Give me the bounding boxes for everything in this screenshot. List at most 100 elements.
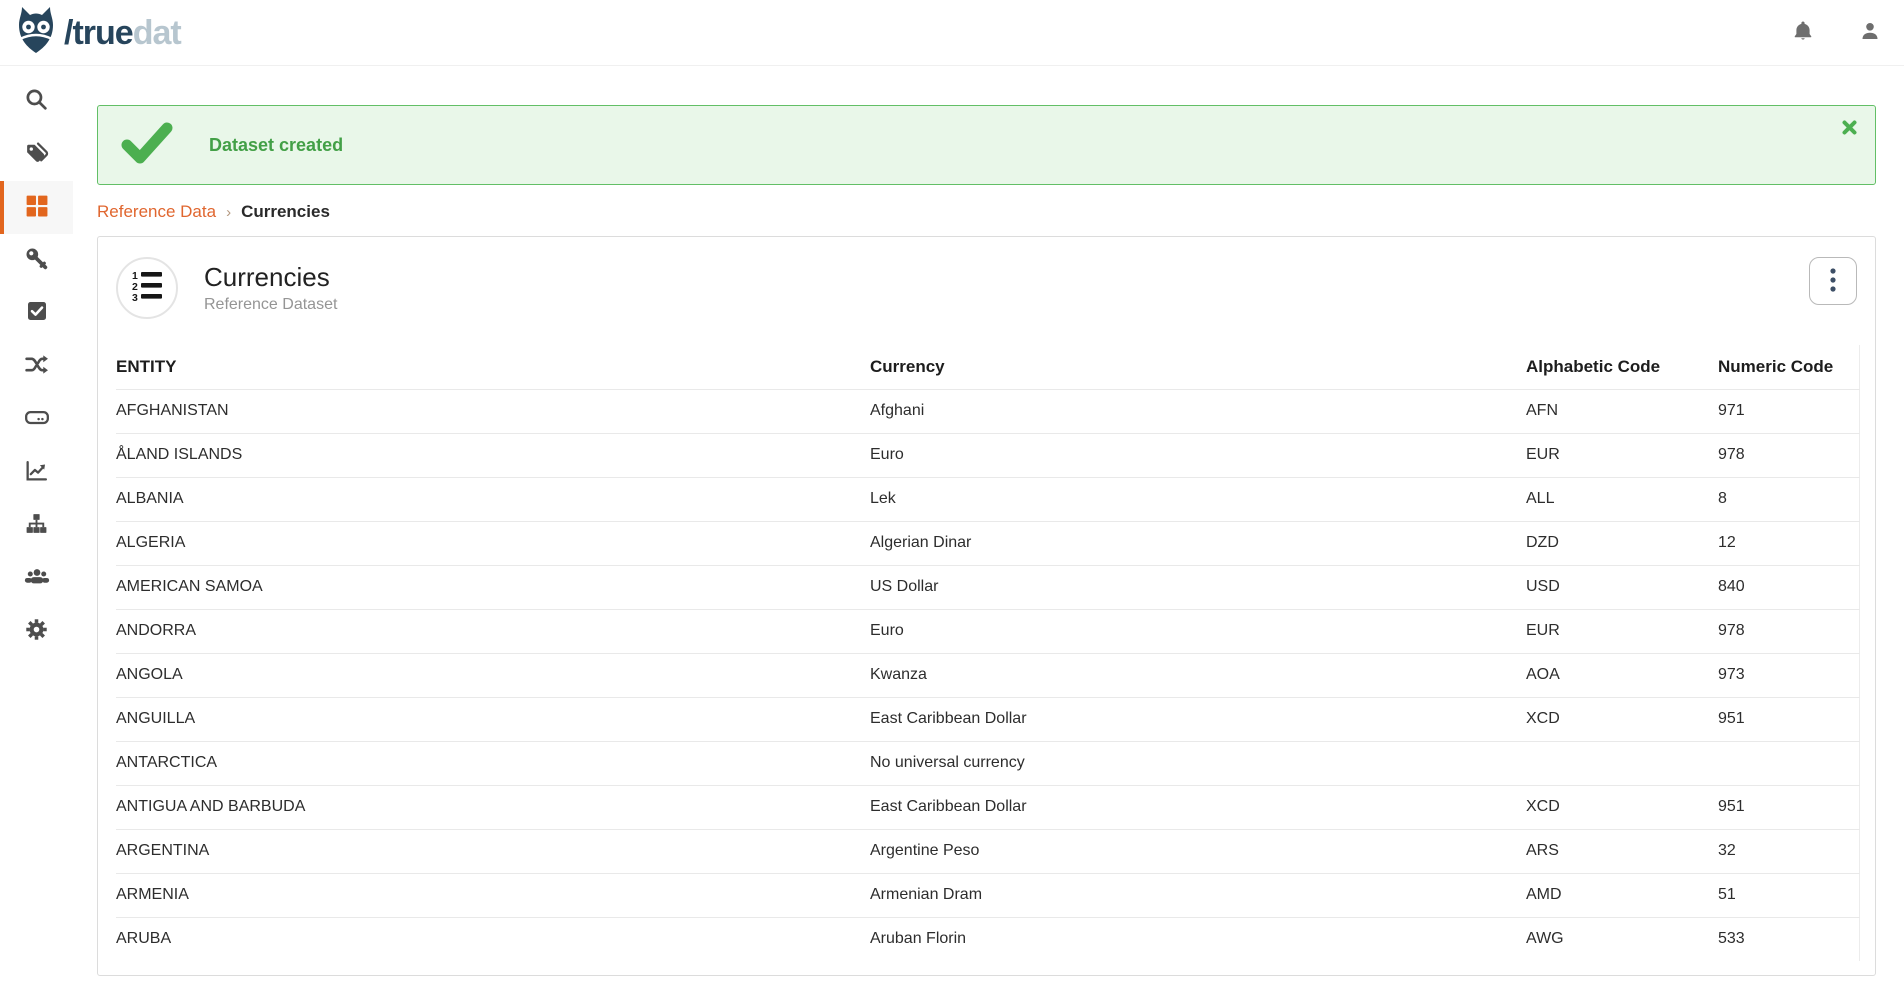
table-row[interactable]: ARMENIA Armenian Dram AMD 51 bbox=[116, 873, 1859, 917]
cell-entity: ANGUILLA bbox=[116, 697, 870, 741]
sidebar-item-systems[interactable] bbox=[0, 393, 73, 446]
main-content: Dataset created Reference Data › Currenc… bbox=[73, 66, 1904, 981]
cell-alphabetic-code: AMD bbox=[1526, 873, 1718, 917]
cell-currency: East Caribbean Dollar bbox=[870, 697, 1526, 741]
drive-icon bbox=[24, 404, 50, 435]
banner-close-button[interactable] bbox=[1838, 116, 1861, 142]
cell-entity: ARMENIA bbox=[116, 873, 870, 917]
cell-entity: ALGERIA bbox=[116, 521, 870, 565]
card-menu-button[interactable] bbox=[1809, 257, 1857, 305]
dataset-card-header: 123 Currencies Reference Dataset bbox=[116, 257, 1857, 319]
cell-numeric-code: 978 bbox=[1718, 609, 1859, 653]
numbered-list-icon: 123 bbox=[129, 268, 165, 309]
sidebar-item-settings[interactable] bbox=[0, 605, 73, 658]
cell-currency: Argentine Peso bbox=[870, 829, 1526, 873]
brand-name: /truedat bbox=[64, 16, 181, 50]
table-row[interactable]: ANTARCTICA No universal currency bbox=[116, 741, 1859, 785]
cell-numeric-code: 8 bbox=[1718, 477, 1859, 521]
cell-entity: ANDORRA bbox=[116, 609, 870, 653]
cell-alphabetic-code: EUR bbox=[1526, 609, 1718, 653]
currency-table-body: AFGHANISTAN Afghani AFN 971 ÅLAND ISLAND… bbox=[116, 389, 1859, 961]
sidebar-item-analytics[interactable] bbox=[0, 446, 73, 499]
cell-currency: Algerian Dinar bbox=[870, 521, 1526, 565]
cell-currency: Euro bbox=[870, 609, 1526, 653]
breadcrumb-separator-icon: › bbox=[226, 204, 231, 221]
search-icon bbox=[24, 87, 49, 117]
user-menu-button[interactable] bbox=[1858, 19, 1882, 46]
table-row[interactable]: ANGOLA Kwanza AOA 973 bbox=[116, 653, 1859, 697]
cell-entity: ANTIGUA AND BARBUDA bbox=[116, 785, 870, 829]
table-row[interactable]: ANTIGUA AND BARBUDA East Caribbean Dolla… bbox=[116, 785, 1859, 829]
sidebar-item-search[interactable] bbox=[0, 75, 73, 128]
cell-currency: No universal currency bbox=[870, 741, 1526, 785]
sidebar-nav bbox=[0, 66, 73, 981]
cell-entity: ARUBA bbox=[116, 917, 870, 961]
cell-numeric-code: 533 bbox=[1718, 917, 1859, 961]
cell-entity: AMERICAN SAMOA bbox=[116, 565, 870, 609]
sidebar-item-quality[interactable] bbox=[0, 287, 73, 340]
chart-line-icon bbox=[24, 458, 49, 488]
table-row[interactable]: AFGHANISTAN Afghani AFN 971 bbox=[116, 389, 1859, 433]
gear-icon bbox=[24, 617, 49, 647]
column-header-currency[interactable]: Currency bbox=[870, 345, 1526, 389]
cell-entity: ÅLAND ISLANDS bbox=[116, 433, 870, 477]
sidebar-item-lineage[interactable] bbox=[0, 340, 73, 393]
grid-icon bbox=[24, 193, 49, 223]
top-header: /truedat bbox=[0, 0, 1904, 66]
breadcrumb-current: Currencies bbox=[241, 202, 330, 222]
sidebar-item-users[interactable] bbox=[0, 552, 73, 605]
tags-icon bbox=[24, 140, 49, 170]
sidebar-item-structure[interactable] bbox=[0, 499, 73, 552]
cell-entity: ANGOLA bbox=[116, 653, 870, 697]
key-icon bbox=[24, 246, 49, 276]
table-row[interactable]: ANGUILLA East Caribbean Dollar XCD 951 bbox=[116, 697, 1859, 741]
cell-currency: Euro bbox=[870, 433, 1526, 477]
cell-entity: ANTARCTICA bbox=[116, 741, 870, 785]
cell-numeric-code: 51 bbox=[1718, 873, 1859, 917]
cell-alphabetic-code: AWG bbox=[1526, 917, 1718, 961]
cell-currency: Kwanza bbox=[870, 653, 1526, 697]
cell-alphabetic-code: DZD bbox=[1526, 521, 1718, 565]
table-row[interactable]: ARUBA Aruban Florin AWG 533 bbox=[116, 917, 1859, 961]
cell-entity: AFGHANISTAN bbox=[116, 389, 870, 433]
cell-alphabetic-code: XCD bbox=[1526, 785, 1718, 829]
cell-numeric-code: 951 bbox=[1718, 785, 1859, 829]
check-icon bbox=[121, 121, 173, 170]
table-row[interactable]: ANDORRA Euro EUR 978 bbox=[116, 609, 1859, 653]
cell-numeric-code bbox=[1718, 741, 1859, 785]
cell-entity: ARGENTINA bbox=[116, 829, 870, 873]
page-subtitle: Reference Dataset bbox=[204, 296, 337, 314]
shuffle-icon bbox=[24, 352, 49, 382]
table-row[interactable]: AMERICAN SAMOA US Dollar USD 840 bbox=[116, 565, 1859, 609]
bell-icon bbox=[1791, 19, 1815, 46]
table-row[interactable]: ALBANIA Lek ALL 8 bbox=[116, 477, 1859, 521]
notifications-button[interactable] bbox=[1791, 19, 1815, 46]
breadcrumb: Reference Data › Currencies bbox=[97, 202, 1876, 222]
cell-currency: Armenian Dram bbox=[870, 873, 1526, 917]
table-row[interactable]: ARGENTINA Argentine Peso ARS 32 bbox=[116, 829, 1859, 873]
cell-numeric-code: 971 bbox=[1718, 389, 1859, 433]
sidebar-item-datasets[interactable] bbox=[0, 181, 73, 234]
cell-numeric-code: 951 bbox=[1718, 697, 1859, 741]
column-header-numeric-code[interactable]: Numeric Code bbox=[1718, 345, 1859, 389]
sidebar-item-tags[interactable] bbox=[0, 128, 73, 181]
brand-logo[interactable]: /truedat bbox=[14, 6, 181, 59]
sidebar-item-keys[interactable] bbox=[0, 234, 73, 287]
cell-alphabetic-code: USD bbox=[1526, 565, 1718, 609]
cell-currency: Aruban Florin bbox=[870, 917, 1526, 961]
svg-text:3: 3 bbox=[132, 292, 138, 304]
owl-icon bbox=[14, 6, 58, 59]
column-header-entity[interactable]: ENTITY bbox=[116, 345, 870, 389]
cell-numeric-code: 840 bbox=[1718, 565, 1859, 609]
cell-alphabetic-code bbox=[1526, 741, 1718, 785]
breadcrumb-reference-data[interactable]: Reference Data bbox=[97, 202, 216, 222]
cell-numeric-code: 32 bbox=[1718, 829, 1859, 873]
sitemap-icon bbox=[24, 511, 49, 541]
table-row[interactable]: ALGERIA Algerian Dinar DZD 12 bbox=[116, 521, 1859, 565]
success-banner: Dataset created bbox=[97, 105, 1876, 185]
column-header-alphabetic-code[interactable]: Alphabetic Code bbox=[1526, 345, 1718, 389]
cell-currency: East Caribbean Dollar bbox=[870, 785, 1526, 829]
close-icon bbox=[1842, 123, 1857, 138]
table-header-row: ENTITY Currency Alphabetic Code Numeric … bbox=[116, 345, 1859, 389]
table-row[interactable]: ÅLAND ISLANDS Euro EUR 978 bbox=[116, 433, 1859, 477]
